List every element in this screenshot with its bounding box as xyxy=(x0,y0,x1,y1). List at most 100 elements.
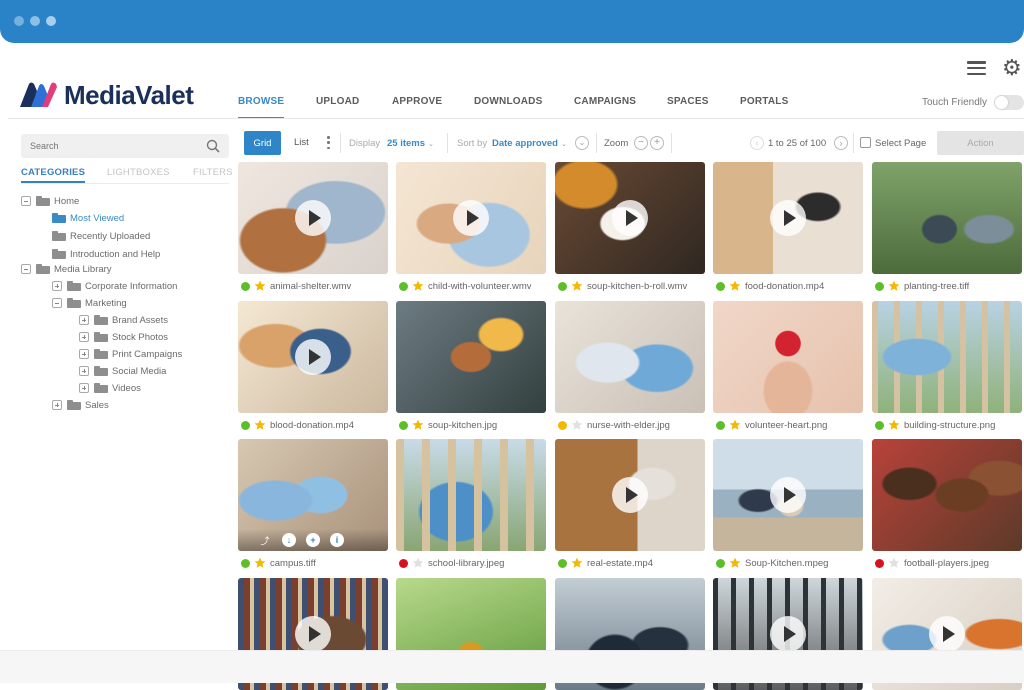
tree-item[interactable]: Social Media xyxy=(79,363,166,379)
search-input[interactable] xyxy=(21,134,191,158)
touch-friendly-toggle[interactable] xyxy=(994,95,1024,110)
grid-view-button[interactable]: Grid xyxy=(244,131,281,155)
star-icon[interactable] xyxy=(888,280,900,292)
asset-thumbnail[interactable]: ⤴ ↓ + i xyxy=(238,439,388,551)
star-icon[interactable] xyxy=(254,419,266,431)
asset-filename[interactable]: nurse-with-elder.jpg xyxy=(587,420,670,431)
star-icon[interactable] xyxy=(729,280,741,292)
search-icon[interactable] xyxy=(206,139,220,153)
play-icon[interactable] xyxy=(929,616,965,652)
star-icon[interactable] xyxy=(571,280,583,292)
nav-tab-spaces[interactable]: SPACES xyxy=(667,96,709,107)
asset-filename[interactable]: volunteer-heart.png xyxy=(745,420,827,431)
asset-thumbnail[interactable] xyxy=(238,162,388,274)
tree-item[interactable]: Brand Assets xyxy=(79,312,168,328)
asset-filename[interactable]: building-structure.png xyxy=(904,420,995,431)
collapse-icon[interactable] xyxy=(21,196,31,206)
collapse-icon[interactable] xyxy=(52,298,62,308)
cloud-download-icon[interactable]: ↓ xyxy=(282,533,296,547)
nav-tab-portals[interactable]: PORTALS xyxy=(740,96,788,107)
tree-item[interactable]: Print Campaigns xyxy=(79,346,182,362)
tab-lightboxes[interactable]: LIGHTBOXES xyxy=(107,167,170,178)
asset-filename[interactable]: food-donation.mp4 xyxy=(745,281,824,292)
play-icon[interactable] xyxy=(770,477,806,513)
zoom-out-icon[interactable]: − xyxy=(634,136,648,150)
tab-filters[interactable]: FILTERS xyxy=(193,167,233,178)
play-icon[interactable] xyxy=(612,200,648,236)
display-count-dropdown[interactable]: 25 items ⌄ xyxy=(387,138,434,149)
asset-thumbnail[interactable] xyxy=(396,439,546,551)
asset-filename[interactable]: soup-kitchen-b-roll.wmv xyxy=(587,281,687,292)
action-button[interactable]: Action xyxy=(937,131,1024,155)
gear-icon[interactable]: ⚙ xyxy=(1002,57,1022,79)
asset-filename[interactable]: blood-donation.mp4 xyxy=(270,420,354,431)
asset-filename[interactable]: soup-kitchen.jpg xyxy=(428,420,497,431)
nav-tab-campaigns[interactable]: CAMPAIGNS xyxy=(574,96,636,107)
asset-filename[interactable]: football-players.jpeg xyxy=(904,558,989,569)
expand-icon[interactable] xyxy=(79,366,89,376)
asset-thumbnail[interactable] xyxy=(872,439,1022,551)
asset-thumbnail[interactable] xyxy=(872,301,1022,413)
info-icon[interactable]: i xyxy=(330,533,344,547)
asset-thumbnail[interactable] xyxy=(396,162,546,274)
embed-icon[interactable] xyxy=(354,533,368,547)
asset-thumbnail[interactable] xyxy=(713,301,863,413)
brand-logo[interactable]: MediaValet xyxy=(18,80,194,110)
star-icon[interactable] xyxy=(729,419,741,431)
play-icon[interactable] xyxy=(453,200,489,236)
expand-icon[interactable] xyxy=(52,281,62,291)
star-icon[interactable] xyxy=(412,557,424,569)
tree-item[interactable]: Stock Photos xyxy=(79,329,168,345)
asset-filename[interactable]: Soup-Kitchen.mpeg xyxy=(745,558,828,569)
asset-card[interactable]: soup-kitchen.jpg xyxy=(396,301,546,434)
tree-item[interactable]: Sales xyxy=(52,397,109,413)
next-page-icon[interactable]: › xyxy=(834,136,848,150)
star-icon[interactable] xyxy=(412,280,424,292)
asset-thumbnail[interactable] xyxy=(555,301,705,413)
nav-tab-approve[interactable]: APPROVE xyxy=(392,96,442,107)
play-icon[interactable] xyxy=(770,616,806,652)
star-icon[interactable] xyxy=(412,419,424,431)
menu-icon[interactable] xyxy=(967,61,986,75)
asset-card[interactable]: real-estate.mp4 xyxy=(555,439,705,572)
zoom-in-icon[interactable]: + xyxy=(650,136,664,150)
share-icon[interactable]: ⤴ xyxy=(258,533,272,547)
asset-card[interactable]: planting-tree.tiff xyxy=(872,162,1022,295)
asset-card[interactable]: volunteer-heart.png xyxy=(713,301,863,434)
star-icon[interactable] xyxy=(888,557,900,569)
expand-icon[interactable] xyxy=(79,349,89,359)
tree-item[interactable]: Recently Uploaded xyxy=(52,228,150,244)
asset-card[interactable]: child-with-volunteer.wmv xyxy=(396,162,546,295)
expand-icon[interactable] xyxy=(79,332,89,342)
play-icon[interactable] xyxy=(295,200,331,236)
asset-card[interactable]: food-donation.mp4 xyxy=(713,162,863,295)
asset-filename[interactable]: campus.tiff xyxy=(270,558,316,569)
asset-filename[interactable]: planting-tree.tiff xyxy=(904,281,969,292)
asset-card[interactable]: blood-donation.mp4 xyxy=(238,301,388,434)
nav-tab-upload[interactable]: UPLOAD xyxy=(316,96,359,107)
star-icon[interactable] xyxy=(571,557,583,569)
window-dot-icon[interactable] xyxy=(14,16,24,26)
list-view-button[interactable]: List xyxy=(294,137,309,148)
sort-direction-icon[interactable]: ⌄ xyxy=(575,136,589,150)
more-options-icon[interactable] xyxy=(327,136,330,149)
asset-card[interactable]: animal-shelter.wmv xyxy=(238,162,388,295)
expand-icon[interactable] xyxy=(79,315,89,325)
asset-thumbnail[interactable] xyxy=(238,301,388,413)
play-icon[interactable] xyxy=(770,200,806,236)
tab-categories[interactable]: CATEGORIES xyxy=(21,167,86,183)
tree-item[interactable]: Media Library xyxy=(21,261,112,277)
asset-thumbnail[interactable] xyxy=(555,439,705,551)
star-icon[interactable] xyxy=(254,280,266,292)
asset-filename[interactable]: animal-shelter.wmv xyxy=(270,281,351,292)
asset-filename[interactable]: child-with-volunteer.wmv xyxy=(428,281,531,292)
add-icon[interactable]: + xyxy=(306,533,320,547)
asset-card[interactable]: nurse-with-elder.jpg xyxy=(555,301,705,434)
star-icon[interactable] xyxy=(254,557,266,569)
collapse-icon[interactable] xyxy=(21,264,31,274)
tree-item[interactable]: Home xyxy=(21,193,79,209)
asset-thumbnail[interactable] xyxy=(555,162,705,274)
play-icon[interactable] xyxy=(612,477,648,513)
asset-card[interactable]: Soup-Kitchen.mpeg xyxy=(713,439,863,572)
asset-card[interactable]: soup-kitchen-b-roll.wmv xyxy=(555,162,705,295)
